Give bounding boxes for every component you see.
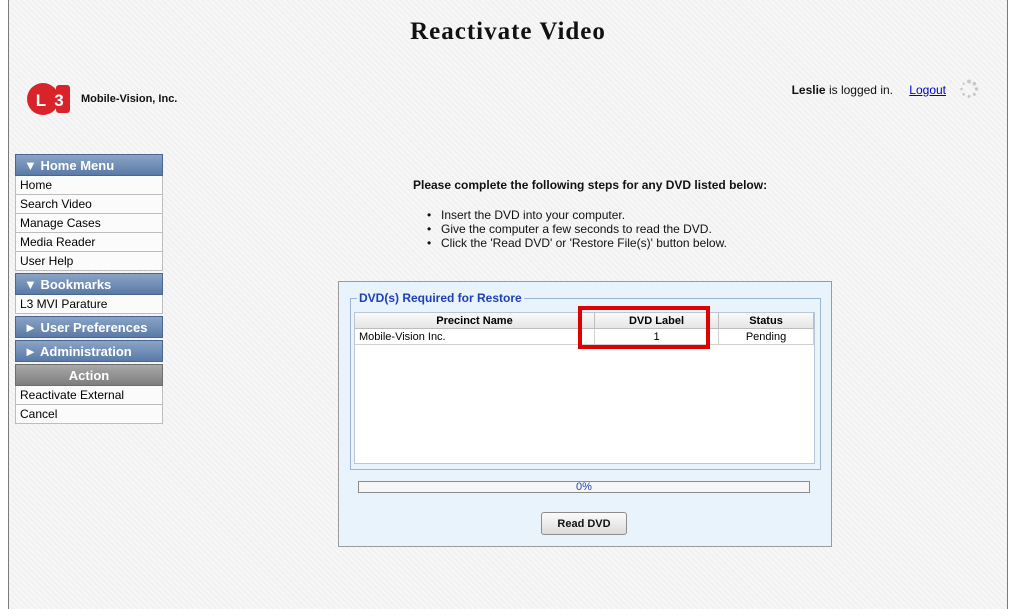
read-dvd-button[interactable]: Read DVD <box>541 512 627 535</box>
column-header-status[interactable]: Status <box>719 313 814 329</box>
svg-text:L: L <box>36 91 46 110</box>
sidebar-item-home[interactable]: Home <box>15 176 163 195</box>
column-header-precinct-name[interactable]: Precinct Name <box>355 313 595 329</box>
cell-precinct-name: Mobile-Vision Inc. <box>355 329 595 345</box>
login-status-text: is logged in. <box>825 83 893 97</box>
instructions-list: Insert the DVD into your computer. Give … <box>427 208 727 250</box>
administration-header[interactable]: ► Administration <box>15 340 163 362</box>
brand-logo: L 3 Mobile-Vision, Inc. <box>23 81 177 117</box>
instruction-step: Insert the DVD into your computer. <box>427 208 727 222</box>
page-frame: Reactivate Video L 3 Mobile-Vision, Inc.… <box>8 0 1008 609</box>
dvd-fieldset-legend: DVD(s) Required for Restore <box>357 291 524 305</box>
svg-text:3: 3 <box>54 91 63 110</box>
page-title: Reactivate Video <box>410 18 606 45</box>
dvd-label-highlight-box <box>578 306 710 349</box>
sidebar-item-search-video[interactable]: Search Video <box>15 195 163 214</box>
instruction-step: Give the computer a few seconds to read … <box>427 222 727 236</box>
sidebar-item-l3-mvi-parature[interactable]: L3 MVI Parature <box>15 295 163 314</box>
action-header: Action <box>15 364 163 386</box>
sidebar-item-cancel[interactable]: Cancel <box>15 405 163 424</box>
sidebar-item-manage-cases[interactable]: Manage Cases <box>15 214 163 233</box>
logout-link[interactable]: Logout <box>909 83 946 97</box>
user-preferences-header[interactable]: ► User Preferences <box>15 316 163 338</box>
bookmarks-header[interactable]: ▼ Bookmarks <box>15 273 163 295</box>
sidebar: ▼ Home Menu Home Search Video Manage Cas… <box>15 152 163 424</box>
sidebar-item-reactivate-external[interactable]: Reactivate External <box>15 386 163 405</box>
l3-logo-icon: L 3 <box>27 83 70 115</box>
instruction-step: Click the 'Read DVD' or 'Restore File(s)… <box>427 236 727 250</box>
company-name: Mobile-Vision, Inc. <box>81 93 178 105</box>
sidebar-item-media-reader[interactable]: Media Reader <box>15 233 163 252</box>
cell-status: Pending <box>719 329 814 345</box>
login-status: Leslie is logged in. <box>792 83 893 97</box>
loading-spinner-icon <box>960 79 979 98</box>
home-menu-header[interactable]: ▼ Home Menu <box>15 154 163 176</box>
restore-progress-bar: 0% <box>358 481 810 493</box>
progress-label: 0% <box>576 481 592 493</box>
current-user: Leslie <box>791 83 826 97</box>
sidebar-item-user-help[interactable]: User Help <box>15 252 163 271</box>
instructions-heading: Please complete the following steps for … <box>413 178 768 192</box>
